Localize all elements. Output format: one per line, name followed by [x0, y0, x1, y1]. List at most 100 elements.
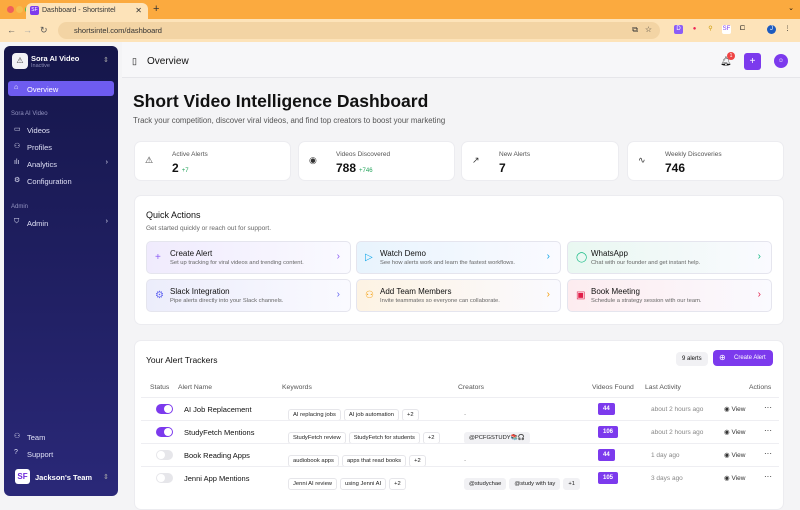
- table-row[interactable]: Jenni App Mentions Jenni AI review using …: [141, 466, 779, 490]
- close-window-button[interactable]: [7, 6, 14, 13]
- main-content: ▯ Overview 🔔︎ 1 + ☺ Short Video Intellig…: [122, 42, 800, 510]
- back-icon[interactable]: ←: [7, 25, 16, 35]
- more-options-icon[interactable]: ···: [764, 403, 772, 412]
- chevron-right-icon: ›: [757, 251, 761, 262]
- forward-icon[interactable]: →: [23, 25, 32, 35]
- chevron-right-icon: ›: [546, 289, 550, 300]
- create-alert-button[interactable]: ⊕ Create Alert: [713, 350, 773, 366]
- bookmark-star-icon[interactable]: ☆: [645, 25, 652, 34]
- status-toggle[interactable]: [156, 473, 173, 483]
- keywords-cell: Jenni AI review using Jenni AI +2: [288, 472, 409, 490]
- profile-avatar[interactable]: J: [767, 25, 776, 34]
- view-label: View: [731, 406, 746, 413]
- quick-action-title: Slack Integration: [170, 287, 230, 296]
- browser-menu-icon[interactable]: ⋮: [783, 25, 792, 34]
- view-label: View: [731, 475, 746, 482]
- stat-value: 7: [499, 161, 506, 175]
- workspace-name[interactable]: Sora AI Video: [31, 54, 79, 63]
- new-tab-button[interactable]: +: [153, 3, 159, 15]
- stat-value: 788: [336, 161, 357, 175]
- alert-count-badge: 9 alerts: [676, 352, 708, 366]
- help-icon: ?: [14, 449, 18, 456]
- reload-icon[interactable]: ↻: [40, 25, 48, 36]
- stat-delta: +746: [359, 168, 373, 174]
- more-options-icon[interactable]: ···: [764, 426, 772, 435]
- sidebar-item-label: Team: [27, 433, 46, 442]
- videos-found-badge: 105: [598, 472, 619, 484]
- minimize-window-button[interactable]: [16, 6, 23, 13]
- table-row[interactable]: AI Job Replacement AI replacing jobs AI j…: [141, 397, 779, 421]
- sidebar-item-profiles[interactable]: ⚇ Profiles: [8, 139, 114, 154]
- quick-action-create-alert[interactable]: + Create Alert Set up tracking for viral v…: [146, 241, 351, 274]
- table-row[interactable]: Book Reading Apps audiobook apps apps tha…: [141, 443, 779, 467]
- table-row[interactable]: StudyFetch Mentions StudyFetch review Stu…: [141, 420, 779, 444]
- sidebar-item-team[interactable]: ⚇ Team: [8, 429, 114, 444]
- keywords-cell: StudyFetch review StudyFetch for students…: [288, 426, 443, 444]
- sidebar-item-configuration[interactable]: ⚙ Configuration: [8, 173, 114, 188]
- extension-icon[interactable]: D: [674, 25, 683, 34]
- sidebar-item-admin[interactable]: ⛉ Admin ›: [8, 215, 114, 230]
- view-button[interactable]: ◉ View: [724, 451, 745, 459]
- view-button[interactable]: ◉ View: [724, 428, 745, 436]
- stat-value: 746: [665, 161, 686, 175]
- team-avatar[interactable]: SF: [15, 469, 30, 484]
- quick-action-add-team-members[interactable]: ⚇ Add Team Members Invite teammates so eve…: [356, 279, 561, 312]
- tab-title: Dashboard - Shortsintel: [42, 7, 116, 14]
- sidebar-item-videos[interactable]: ▭ Videos: [8, 122, 114, 137]
- stat-card-videos-discovered: ◉ Videos Discovered 788 +746: [298, 141, 455, 181]
- quick-action-title: Add Team Members: [380, 287, 452, 296]
- section-subtitle: Get started quickly or reach out for sup…: [146, 225, 272, 232]
- quick-action-book-meeting[interactable]: ▣ Book Meeting Schedule a strategy session…: [567, 279, 772, 312]
- quick-action-whatsapp[interactable]: ◯ WhatsApp Chat with our founder and get i…: [567, 241, 772, 274]
- quick-action-slack-integration[interactable]: ⚙ Slack Integration Pipe alerts directly i…: [146, 279, 351, 312]
- quick-action-title: Watch Demo: [380, 249, 426, 258]
- stat-card-weekly-discoveries: ∿ Weekly Discoveries 746: [627, 141, 784, 181]
- assistant-avatar-icon[interactable]: ☺: [774, 54, 788, 68]
- sidebar-item-overview[interactable]: ⌂ Overview: [8, 81, 114, 96]
- quick-action-desc: Invite teammates so everyone can collabo…: [380, 298, 500, 304]
- cast-icon[interactable]: ⧉: [632, 25, 638, 35]
- creators-cell: @PCFGSTUDY📚🎧: [464, 426, 533, 444]
- home-icon: ⌂: [14, 84, 19, 91]
- view-button[interactable]: ◉ View: [724, 474, 745, 482]
- browser-tab[interactable]: SF Dashboard - Shortsintel ✕: [26, 3, 148, 19]
- url-input[interactable]: shortsintel.com/dashboard ⧉ ☆: [58, 22, 660, 39]
- calendar-icon: ▣: [576, 290, 586, 301]
- tab-list-icon[interactable]: ⌄: [788, 4, 794, 12]
- keyword-chip: using Jenni AI: [340, 478, 387, 490]
- view-button[interactable]: ◉ View: [724, 405, 745, 413]
- extension-icon[interactable]: ⚲: [706, 25, 715, 34]
- address-bar-row: ← → ↻ shortsintel.com/dashboard ⧉ ☆ D ● …: [0, 19, 800, 42]
- quick-actions-panel: Quick Actions Get started quickly or rea…: [134, 195, 784, 325]
- column-header: Actions: [749, 384, 772, 391]
- video-icon: ▭: [14, 126, 21, 133]
- column-header: Creators: [458, 384, 485, 391]
- more-options-icon[interactable]: ···: [764, 449, 772, 458]
- status-toggle[interactable]: [156, 450, 173, 460]
- extension-icon[interactable]: ●: [690, 25, 699, 34]
- workspace-logo-icon: ⚠: [12, 53, 28, 69]
- quick-action-watch-demo[interactable]: ▷ Watch Demo See how alerts work and learn…: [356, 241, 561, 274]
- creator-chip: @studychae: [464, 478, 507, 490]
- extensions-puzzle-icon[interactable]: ⧠: [738, 25, 747, 34]
- workspace-switcher-icon[interactable]: ⇕: [103, 56, 109, 64]
- stat-value: 2: [172, 161, 179, 175]
- extension-icon[interactable]: SF: [722, 25, 731, 34]
- status-toggle[interactable]: [156, 404, 173, 414]
- quick-action-title: Create Alert: [170, 249, 213, 258]
- sidebar-toggle-icon[interactable]: ▯: [132, 56, 137, 67]
- team-name[interactable]: Jackson's Team: [35, 473, 92, 482]
- users-icon: ⚇: [14, 143, 21, 150]
- more-options-icon[interactable]: ···: [764, 472, 772, 481]
- sidebar-item-support[interactable]: ? Support: [8, 446, 114, 461]
- column-header: Videos Found: [592, 384, 634, 391]
- last-activity: about 2 hours ago: [651, 406, 704, 413]
- add-button[interactable]: +: [744, 53, 761, 70]
- sidebar: ⚠ Sora AI Video Inactive ⇕ ⌂ Overview Sor…: [4, 46, 118, 496]
- stat-card-new-alerts: ↗ New Alerts 7: [461, 141, 619, 181]
- status-toggle[interactable]: [156, 427, 173, 437]
- keyword-chip: +2: [389, 478, 406, 490]
- team-switcher-icon[interactable]: ⇕: [103, 473, 109, 481]
- close-tab-icon[interactable]: ✕: [135, 6, 142, 15]
- sidebar-item-analytics[interactable]: ılı Analytics ›: [8, 156, 114, 171]
